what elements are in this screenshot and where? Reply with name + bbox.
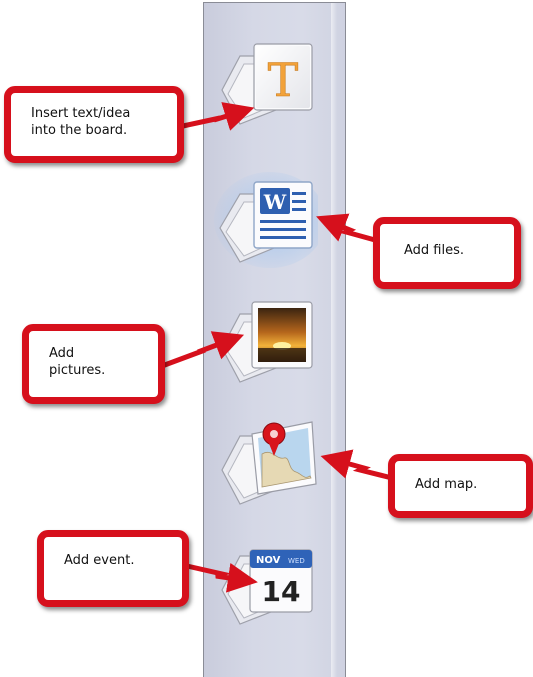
callout-add-map: Add map.	[388, 454, 533, 518]
add-event-button[interactable]: NOV WED 14	[218, 538, 318, 630]
callout-add-event-label: Add event.	[64, 553, 135, 568]
add-files-button[interactable]: W	[212, 170, 318, 268]
callout-add-map-label: Add map.	[415, 477, 478, 492]
calendar-month: NOV	[256, 555, 281, 566]
callout-add-pictures-label: Add pictures.	[49, 346, 106, 378]
calendar-icon: NOV WED 14	[221, 549, 313, 625]
callout-add-files: Add files.	[373, 217, 521, 289]
callout-insert-text: Insert text/idea into the board.	[4, 86, 184, 163]
calendar-day: 14	[262, 575, 301, 608]
text-T-glyph: T	[268, 53, 299, 107]
add-pictures-button[interactable]	[218, 296, 318, 388]
calendar-weekday: WED	[288, 557, 305, 565]
word-document-icon: W	[214, 172, 318, 268]
word-W-glyph: W	[263, 190, 287, 214]
callout-add-pictures: Add pictures.	[22, 324, 165, 404]
text-T-icon: T	[221, 43, 313, 125]
callout-add-event: Add event.	[37, 530, 189, 607]
map-pin-icon	[221, 421, 317, 505]
callout-insert-text-label: Insert text/idea into the board.	[31, 106, 131, 138]
insert-text-button[interactable]: T	[218, 38, 318, 130]
add-map-button[interactable]	[218, 414, 318, 506]
sunset-picture-icon	[221, 301, 313, 383]
callout-add-files-label: Add files.	[404, 243, 465, 258]
